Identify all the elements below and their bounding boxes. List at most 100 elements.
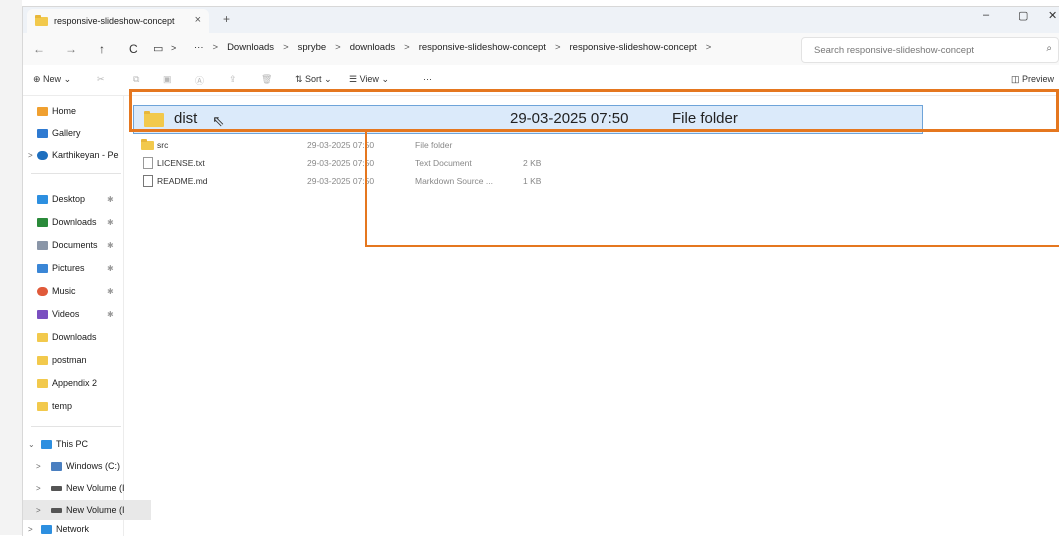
monitor-icon: ▭ — [153, 43, 164, 55]
sidebar-item-label: temp — [52, 401, 73, 411]
sidebar-item-network[interactable]: > Network — [23, 519, 141, 539]
chevron-down-icon[interactable]: ⌄ — [28, 440, 35, 449]
pc-icon — [41, 439, 52, 449]
gallery-icon — [37, 128, 48, 138]
sidebar-item-temp[interactable]: temp — [23, 396, 137, 416]
sidebar-item-label: Downloads — [52, 332, 97, 342]
up-button[interactable]: ↑ — [99, 42, 105, 56]
breadcrumb-item[interactable]: responsive-slideshow-concept — [419, 42, 546, 53]
breadcrumb-item[interactable]: responsive-slideshow-concept — [570, 42, 697, 53]
annotation-highlight-box — [129, 89, 1059, 132]
sidebar-item-label: Karthikeyan - Pe — [52, 150, 119, 160]
pin-icon: ✱ — [107, 194, 114, 204]
chevron-right-icon[interactable]: > — [28, 151, 33, 160]
chevron-right-icon[interactable]: > — [36, 462, 41, 471]
home-icon — [37, 106, 48, 116]
sidebar-item-desktop[interactable]: Desktop ✱ — [23, 189, 137, 209]
preview-button[interactable]: ◫ Preview — [1011, 74, 1054, 85]
sidebar-item-pictures[interactable]: Pictures ✱ — [23, 258, 137, 278]
documents-icon — [37, 240, 48, 250]
text-file-icon — [143, 157, 153, 169]
network-icon — [41, 524, 52, 534]
minimize-button[interactable]: – — [983, 9, 989, 21]
folder-icon — [37, 401, 48, 411]
back-button[interactable]: ← — [33, 42, 45, 56]
sidebar-item-label: Documents — [52, 240, 98, 250]
sidebar-item-documents[interactable]: Documents ✱ — [23, 235, 137, 255]
divider — [31, 426, 121, 427]
breadcrumb: ··· > Downloads > sprybe > downloads > r… — [189, 42, 715, 53]
more-options-button[interactable]: ··· — [423, 74, 432, 84]
sidebar-item-music[interactable]: Music ✱ — [23, 281, 137, 301]
sidebar-item-appendix[interactable]: Appendix 2 — [23, 373, 137, 393]
new-tab-button[interactable]: + — [223, 12, 230, 26]
sort-label: Sort — [305, 74, 322, 84]
paste-icon[interactable]: ▣ — [163, 74, 172, 85]
delete-icon[interactable]: 🗑 — [261, 74, 272, 85]
breadcrumb-item[interactable]: downloads — [350, 42, 395, 53]
folder-icon — [141, 139, 154, 150]
chevron-right-icon[interactable]: > — [28, 525, 33, 534]
chevron-right-icon[interactable]: > — [36, 506, 41, 515]
navigation-pane: Home Gallery > Karthikeyan - Pe Desktop … — [23, 95, 151, 536]
chevron-right-icon: > — [335, 42, 341, 53]
chevron-right-icon: > — [283, 42, 289, 53]
sidebar-item-label: Home — [52, 106, 77, 116]
search-input[interactable]: Search responsive-slideshow-concept ⌕ — [801, 37, 1059, 63]
sidebar-item-downloads-folder[interactable]: Downloads — [23, 327, 137, 347]
folder-icon — [35, 14, 48, 26]
copy-icon[interactable]: ⧉ — [133, 74, 139, 85]
refresh-button[interactable]: C — [129, 42, 138, 56]
new-button[interactable]: ⊕ New ⌄ — [33, 74, 71, 85]
folder-icon — [37, 355, 48, 365]
sidebar-item-onedrive[interactable]: > Karthikeyan - Pe — [23, 145, 137, 165]
tab-close-button[interactable]: × — [195, 14, 201, 26]
breadcrumb-item[interactable]: sprybe — [298, 42, 327, 53]
sidebar-item-videos[interactable]: Videos ✱ — [23, 304, 137, 324]
pictures-icon — [37, 263, 48, 273]
forward-button[interactable]: → — [65, 42, 77, 56]
sidebar-item-label: Gallery — [52, 128, 81, 138]
folder-icon — [37, 332, 48, 342]
chevron-right-icon: > — [554, 42, 561, 53]
explorer-tab[interactable]: responsive-slideshow-concept × — [27, 9, 209, 33]
chevron-right-icon: > — [212, 42, 219, 53]
annotation-region-box — [365, 132, 1059, 247]
chevron-right-icon[interactable]: > — [36, 484, 41, 493]
folder-icon — [37, 378, 48, 388]
sidebar-item-home[interactable]: Home — [23, 101, 137, 121]
pin-icon: ✱ — [107, 263, 114, 273]
close-window-button[interactable]: ✕ — [1048, 9, 1057, 22]
chevron-right-icon: > — [171, 43, 177, 53]
pin-icon: ✱ — [107, 240, 114, 250]
breadcrumb-more[interactable]: ··· — [194, 42, 204, 53]
chevron-right-icon: > — [705, 42, 712, 53]
rename-icon[interactable]: Ⓐ — [195, 74, 204, 87]
drive-icon — [51, 507, 62, 513]
cut-icon[interactable]: ✂ — [97, 74, 105, 85]
pin-icon: ✱ — [107, 217, 114, 227]
view-label: View — [359, 74, 379, 84]
breadcrumb-item[interactable]: Downloads — [227, 42, 274, 53]
sidebar-item-this-pc[interactable]: ⌄ This PC — [23, 434, 141, 454]
sidebar-item-label: New Volume (I — [66, 483, 125, 493]
sidebar-item-label: New Volume (I — [66, 505, 125, 515]
cloud-icon — [37, 150, 48, 160]
share-icon[interactable]: ⇪ — [229, 74, 237, 85]
desktop-icon — [37, 194, 48, 204]
sidebar-item-postman[interactable]: postman — [23, 350, 137, 370]
sidebar-item-downloads[interactable]: Downloads ✱ — [23, 212, 137, 232]
maximize-button[interactable]: ▢ — [1018, 9, 1028, 22]
sidebar-item-label: postman — [52, 355, 87, 365]
downloads-icon — [37, 217, 48, 227]
sidebar-item-gallery[interactable]: Gallery — [23, 123, 137, 143]
sidebar-item-label: Pictures — [52, 263, 85, 273]
address-bar: ← → ↑ C ▭ > ··· > Downloads > sprybe > d… — [23, 33, 1059, 66]
search-placeholder: Search responsive-slideshow-concept — [814, 44, 974, 56]
videos-icon — [37, 309, 48, 319]
sidebar-item-label: Desktop — [52, 194, 86, 204]
view-button[interactable]: ☰ View ⌄ — [349, 74, 389, 85]
sort-button[interactable]: ⇅ Sort ⌄ — [295, 74, 332, 85]
pin-icon: ✱ — [107, 286, 114, 296]
sidebar-item-label: Music — [52, 286, 76, 296]
